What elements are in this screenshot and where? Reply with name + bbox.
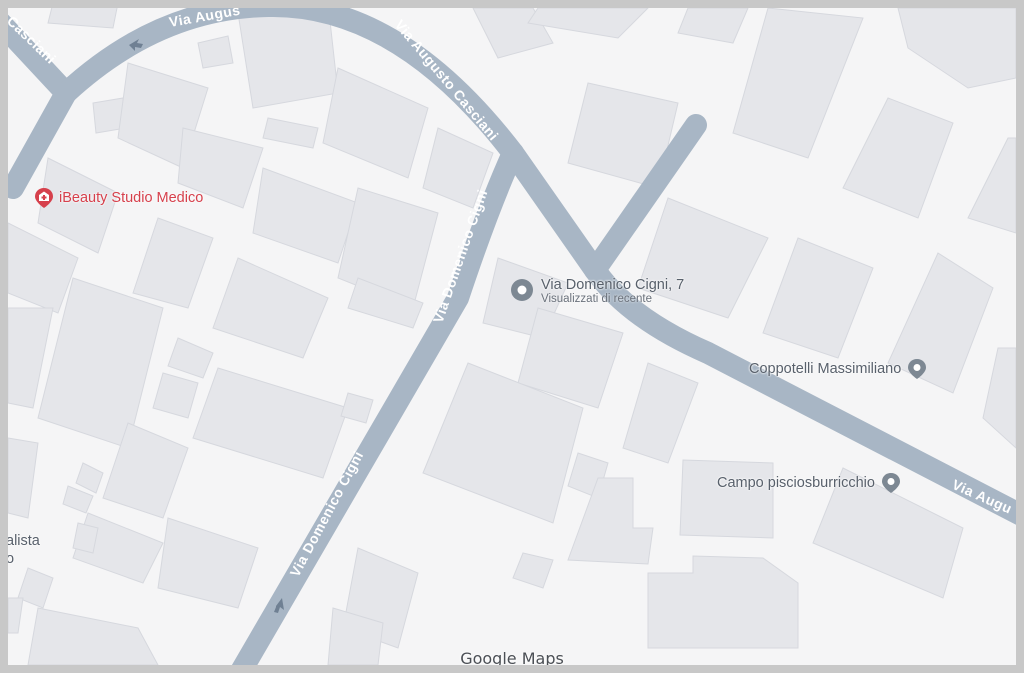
poi-label: Coppotelli Massimiliano	[749, 361, 902, 377]
street-label-via-domenico-cigni-upper: Via Domenico Cigni	[430, 187, 491, 325]
map-window-frame: Via Augus Casciani Via Augusto Casciani …	[0, 0, 1024, 673]
street-label-casciani-left: Casciani	[8, 13, 59, 67]
poi-label: Campo pisciosburricchio	[717, 475, 875, 491]
poi-label: Via Domenico Cigni, 7	[541, 277, 685, 293]
poi-campo[interactable]: Campo pisciosburricchio	[717, 471, 903, 495]
location-pin-icon	[511, 279, 533, 301]
poi-label: alista	[8, 533, 40, 549]
poi-coppotelli[interactable]: Coppotelli Massimiliano	[749, 357, 929, 381]
medical-pin-icon	[35, 188, 53, 208]
street-label-via-augusto-casciani: Via Augusto Casciani	[392, 17, 502, 144]
poi-partial-left[interactable]: alista o	[8, 532, 40, 568]
watermark-brand: Google	[460, 649, 517, 665]
street-label-via-augusto-top: Via Augus	[168, 8, 242, 30]
poi-selected-address[interactable]: Via Domenico Cigni, 7 Visualizzati di re…	[510, 277, 684, 305]
location-pin-icon	[908, 359, 927, 379]
poi-ibeauty-studio[interactable]: iBeauty Studio Medico	[32, 186, 203, 210]
poi-subtitle: Visualizzati di recente	[541, 293, 653, 305]
location-pin-icon	[881, 473, 900, 493]
google-maps-watermark: Google Maps	[8, 649, 1016, 665]
poi-label: iBeauty Studio Medico	[59, 190, 204, 206]
watermark-product: Maps	[521, 649, 564, 665]
street-label-via-augu-right: Via Augu	[950, 476, 1015, 517]
map-canvas[interactable]: Via Augus Casciani Via Augusto Casciani …	[8, 8, 1016, 665]
street-labels: Via Augus Casciani Via Augusto Casciani …	[8, 8, 1015, 579]
poi-label: o	[8, 551, 15, 567]
street-label-via-domenico-cigni-lower: Via Domenico Cigni	[287, 448, 367, 579]
